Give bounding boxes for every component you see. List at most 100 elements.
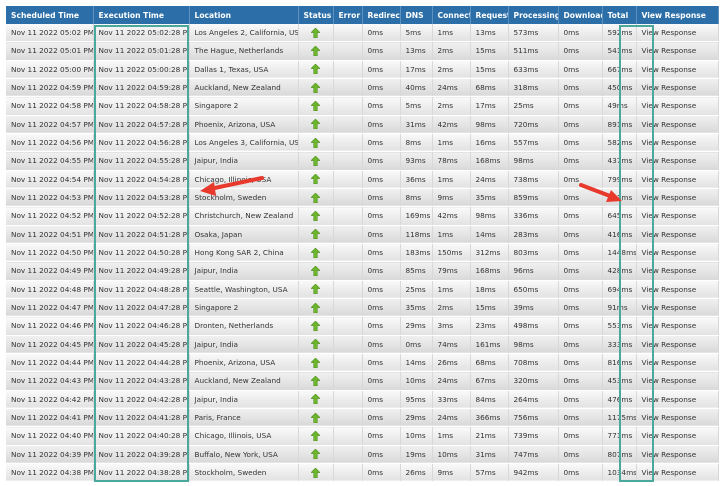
dns-cell: 36ms xyxy=(400,170,433,189)
header-location[interactable]: Location xyxy=(189,6,299,24)
view-response-link[interactable]: View Response xyxy=(636,151,719,171)
view-response-link[interactable]: View Response xyxy=(636,371,719,391)
header-status[interactable]: Status xyxy=(298,6,334,24)
header-redirect[interactable]: Redirect xyxy=(362,6,401,24)
execution-time-cell: Nov 11 2022 04:48:28 PM xyxy=(93,280,190,299)
redirect-cell: 0ms xyxy=(362,445,401,464)
processing-cell: 96ms xyxy=(508,261,559,281)
request-cell: 21ms xyxy=(470,426,509,446)
request-cell: 168ms xyxy=(470,261,509,281)
header-view-response[interactable]: View Response xyxy=(636,6,719,24)
status-up-arrow-icon xyxy=(311,119,320,130)
view-response-link[interactable]: View Response xyxy=(636,206,719,226)
execution-time-cell: Nov 11 2022 04:52:28 PM xyxy=(93,206,190,226)
redirect-cell: 0ms xyxy=(362,206,401,226)
header-scheduled-time[interactable]: Scheduled Time xyxy=(6,6,94,24)
view-response-link[interactable]: View Response xyxy=(636,225,719,244)
download-cell: 0ms xyxy=(558,60,603,79)
request-cell: 24ms xyxy=(470,170,509,189)
status-up-arrow-icon xyxy=(311,247,320,258)
view-response-link[interactable]: View Response xyxy=(636,408,719,428)
table-row: Nov 11 2022 05:01 PM Nov 11 2022 05:01:28… xyxy=(6,41,719,61)
table-row: Nov 11 2022 04:58 PM Nov 11 2022 04:58:28… xyxy=(6,96,719,116)
total-cell: 416ms xyxy=(602,225,637,244)
view-response-link[interactable]: View Response xyxy=(636,78,719,98)
header-total[interactable]: Total xyxy=(602,6,637,24)
header-processing[interactable]: Processing xyxy=(508,6,559,24)
view-response-link[interactable]: View Response xyxy=(636,335,719,354)
view-response-link[interactable]: View Response xyxy=(636,298,719,318)
view-response-link[interactable]: View Response xyxy=(636,261,719,281)
download-cell: 0ms xyxy=(558,408,603,428)
header-request[interactable]: Request xyxy=(470,6,509,24)
redirect-cell: 0ms xyxy=(362,225,401,244)
processing-cell: 336ms xyxy=(508,206,559,226)
view-response-link[interactable]: View Response xyxy=(636,41,719,61)
dns-cell: 17ms xyxy=(400,60,433,79)
scheduled-time-cell: Nov 11 2022 04:46 PM xyxy=(6,316,94,336)
processing-cell: 720ms xyxy=(508,115,559,134)
status-cell xyxy=(298,133,334,153)
total-cell: 891ms xyxy=(602,115,637,134)
redirect-cell: 0ms xyxy=(362,78,401,98)
dns-cell: 118ms xyxy=(400,225,433,244)
execution-time-cell: Nov 11 2022 04:44:28 PM xyxy=(93,353,190,373)
view-response-link[interactable]: View Response xyxy=(636,426,719,446)
error-cell xyxy=(333,115,363,134)
location-cell: Jaipur, India xyxy=(189,261,299,281)
view-response-link[interactable]: View Response xyxy=(636,133,719,153)
connect-cell: 42ms xyxy=(432,115,471,134)
download-cell: 0ms xyxy=(558,280,603,299)
status-cell xyxy=(298,225,334,244)
view-response-link[interactable]: View Response xyxy=(636,445,719,464)
location-cell: Phoenix, Arizona, USA xyxy=(189,353,299,373)
redirect-cell: 0ms xyxy=(362,243,401,263)
execution-time-cell: Nov 11 2022 04:46:28 PM xyxy=(93,316,190,336)
header-execution-time[interactable]: Execution Time xyxy=(93,6,190,24)
total-cell: 911ms xyxy=(602,188,637,208)
status-up-arrow-icon xyxy=(311,155,320,166)
redirect-cell: 0ms xyxy=(362,24,401,43)
view-response-link[interactable]: View Response xyxy=(636,243,719,263)
processing-cell: 573ms xyxy=(508,24,559,43)
download-cell: 0ms xyxy=(558,316,603,336)
redirect-cell: 0ms xyxy=(362,96,401,116)
dns-cell: 0ms xyxy=(400,335,433,354)
location-cell: Los Angeles 2, California, USA xyxy=(189,24,299,43)
processing-cell: 747ms xyxy=(508,445,559,464)
download-cell: 0ms xyxy=(558,371,603,391)
location-cell: Jaipur, India xyxy=(189,151,299,171)
view-response-link[interactable]: View Response xyxy=(636,188,719,208)
view-response-link[interactable]: View Response xyxy=(636,280,719,299)
dns-cell: 35ms xyxy=(400,298,433,318)
total-cell: 453ms xyxy=(602,371,637,391)
total-cell: 667ms xyxy=(602,60,637,79)
view-response-link[interactable]: View Response xyxy=(636,316,719,336)
scheduled-time-cell: Nov 11 2022 04:42 PM xyxy=(6,390,94,409)
view-response-link[interactable]: View Response xyxy=(636,96,719,116)
location-cell: The Hague, Netherlands xyxy=(189,41,299,61)
download-cell: 0ms xyxy=(558,170,603,189)
scheduled-time-cell: Nov 11 2022 04:45 PM xyxy=(6,335,94,354)
view-response-link[interactable]: View Response xyxy=(636,353,719,373)
status-up-arrow-icon xyxy=(311,265,320,276)
header-dns[interactable]: DNS xyxy=(400,6,433,24)
view-response-link[interactable]: View Response xyxy=(636,60,719,79)
view-response-link[interactable]: View Response xyxy=(636,390,719,409)
location-cell: Phoenix, Arizona, USA xyxy=(189,115,299,134)
view-response-link[interactable]: View Response xyxy=(636,24,719,43)
request-cell: 15ms xyxy=(470,298,509,318)
header-error[interactable]: Error xyxy=(333,6,363,24)
view-response-link[interactable]: View Response xyxy=(636,170,719,189)
connect-cell: 42ms xyxy=(432,206,471,226)
table-row: Nov 11 2022 04:57 PM Nov 11 2022 04:57:28… xyxy=(6,115,719,134)
scheduled-time-cell: Nov 11 2022 04:52 PM xyxy=(6,206,94,226)
dns-cell: 40ms xyxy=(400,78,433,98)
request-cell: 98ms xyxy=(470,206,509,226)
view-response-link[interactable]: View Response xyxy=(636,115,719,134)
view-response-link[interactable]: View Response xyxy=(636,463,719,483)
status-up-arrow-icon xyxy=(311,449,320,460)
header-connect[interactable]: Connect xyxy=(432,6,471,24)
header-download[interactable]: Download xyxy=(558,6,603,24)
location-cell: Hong Kong SAR 2, China xyxy=(189,243,299,263)
